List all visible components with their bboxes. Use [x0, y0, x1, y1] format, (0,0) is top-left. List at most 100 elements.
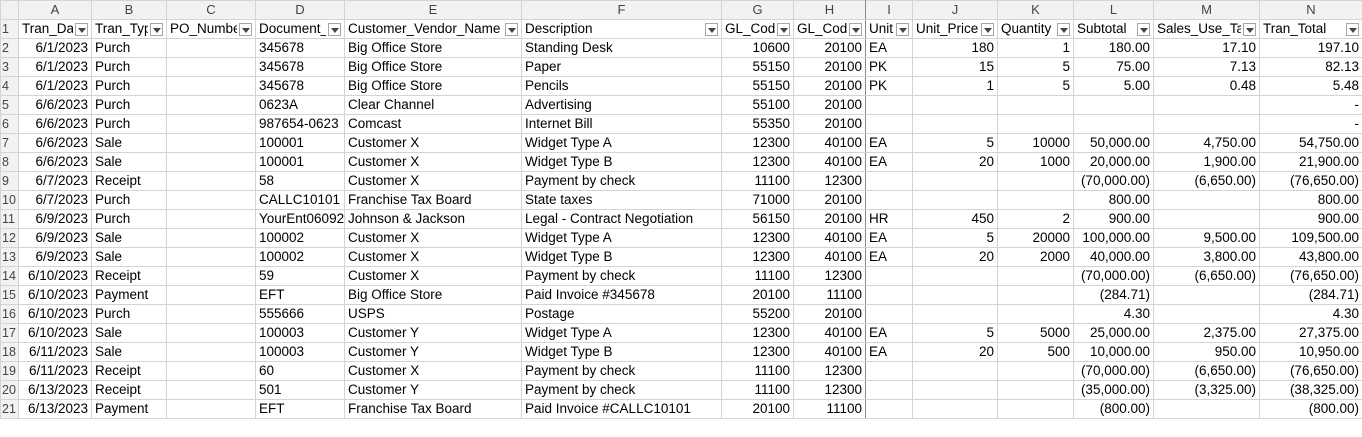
table-cell[interactable] — [865, 380, 913, 400]
table-cell[interactable]: 11100 — [721, 266, 794, 286]
table-cell[interactable]: 100003 — [255, 323, 345, 343]
table-cell[interactable] — [166, 190, 256, 210]
table-cell[interactable]: 75.00 — [1073, 57, 1154, 77]
table-cell[interactable] — [865, 361, 913, 381]
column-header-l[interactable]: L — [1073, 0, 1154, 20]
row-number[interactable]: 8 — [0, 152, 19, 172]
row-number[interactable]: 2 — [0, 38, 19, 58]
table-cell[interactable]: 58 — [255, 171, 345, 191]
table-cell[interactable]: Sale — [91, 152, 167, 172]
table-cell[interactable]: 71000 — [721, 190, 794, 210]
table-cell[interactable]: 6/10/2023 — [18, 304, 92, 324]
table-cell[interactable] — [166, 57, 256, 77]
table-cell[interactable]: 6/9/2023 — [18, 209, 92, 229]
table-cell[interactable]: Pencils — [521, 76, 722, 96]
row-number[interactable]: 9 — [0, 171, 19, 191]
table-cell[interactable]: 100,000.00 — [1073, 228, 1154, 248]
table-cell[interactable] — [865, 114, 913, 134]
filter-dropdown-icon[interactable] — [150, 22, 163, 36]
table-cell[interactable]: 500 — [997, 342, 1074, 362]
table-cell[interactable]: Sale — [91, 133, 167, 153]
table-cell[interactable] — [1073, 95, 1154, 115]
table-cell[interactable]: 55200 — [721, 304, 794, 324]
row-number[interactable]: 14 — [0, 266, 19, 286]
table-cell[interactable] — [1153, 95, 1260, 115]
row-number[interactable]: 1 — [0, 19, 19, 39]
filter-dropdown-icon[interactable] — [505, 22, 518, 36]
table-cell[interactable]: 950.00 — [1153, 342, 1260, 362]
filter-dropdown-icon[interactable] — [777, 22, 790, 36]
table-cell[interactable]: Johnson & Jackson — [344, 209, 522, 229]
table-cell[interactable] — [166, 228, 256, 248]
table-cell[interactable]: 11100 — [721, 380, 794, 400]
row-number[interactable]: 3 — [0, 57, 19, 77]
table-cell[interactable] — [865, 95, 913, 115]
table-cell[interactable]: 6/13/2023 — [18, 399, 92, 419]
table-cell[interactable]: 56150 — [721, 209, 794, 229]
filter-dropdown-icon[interactable] — [75, 22, 88, 36]
table-cell[interactable]: Payment — [91, 285, 167, 305]
table-cell[interactable]: 20,000.00 — [1073, 152, 1154, 172]
table-cell[interactable]: 10,950.00 — [1259, 342, 1362, 362]
table-cell[interactable]: Customer X — [344, 247, 522, 267]
table-cell[interactable] — [166, 361, 256, 381]
table-cell[interactable]: 5 — [912, 133, 998, 153]
table-cell[interactable]: - — [1259, 95, 1362, 115]
table-cell[interactable] — [166, 266, 256, 286]
table-cell[interactable]: 54,750.00 — [1259, 133, 1362, 153]
table-cell[interactable]: PK — [865, 76, 913, 96]
table-cell[interactable]: Widget Type A — [521, 323, 722, 343]
filter-dropdown-icon[interactable] — [1057, 22, 1070, 36]
table-cell[interactable]: 345678 — [255, 57, 345, 77]
table-cell[interactable]: 17.10 — [1153, 38, 1260, 58]
column-header-k[interactable]: K — [997, 0, 1074, 20]
table-cell[interactable]: (6,650.00) — [1153, 171, 1260, 191]
table-cell[interactable]: Sale — [91, 323, 167, 343]
table-cell[interactable]: Widget Type B — [521, 342, 722, 362]
table-cell[interactable]: 6/11/2023 — [18, 361, 92, 381]
table-cell[interactable]: Widget Type A — [521, 133, 722, 153]
table-cell[interactable]: Paid Invoice #CALLC10101 — [521, 399, 722, 419]
table-cell[interactable] — [166, 323, 256, 343]
table-cell[interactable]: Payment by check — [521, 171, 722, 191]
table-cell[interactable]: (6,650.00) — [1153, 266, 1260, 286]
table-cell[interactable] — [865, 190, 913, 210]
table-cell[interactable]: 12300 — [721, 323, 794, 343]
table-cell[interactable] — [1153, 399, 1260, 419]
table-cell[interactable]: 55150 — [721, 76, 794, 96]
table-cell[interactable]: Purch — [91, 95, 167, 115]
table-cell[interactable]: 6/9/2023 — [18, 247, 92, 267]
table-cell[interactable]: Receipt — [91, 266, 167, 286]
table-cell[interactable]: Payment by check — [521, 361, 722, 381]
table-cell[interactable]: 12300 — [793, 171, 866, 191]
table-cell[interactable]: 40100 — [793, 247, 866, 267]
table-cell[interactable] — [997, 399, 1074, 419]
table-cell[interactable]: 345678 — [255, 76, 345, 96]
table-cell[interactable]: 100002 — [255, 228, 345, 248]
table-cell[interactable]: Customer X — [344, 361, 522, 381]
table-cell[interactable]: EA — [865, 228, 913, 248]
table-cell[interactable]: 10000 — [997, 133, 1074, 153]
table-cell[interactable] — [865, 399, 913, 419]
table-cell[interactable]: (284.71) — [1073, 285, 1154, 305]
column-header-m[interactable]: M — [1153, 0, 1260, 20]
table-header-cell[interactable]: Quantity — [997, 19, 1074, 39]
table-cell[interactable] — [166, 76, 256, 96]
table-cell[interactable]: State taxes — [521, 190, 722, 210]
table-cell[interactable]: PK — [865, 57, 913, 77]
table-cell[interactable] — [997, 95, 1074, 115]
table-cell[interactable] — [997, 285, 1074, 305]
table-cell[interactable]: 25,000.00 — [1073, 323, 1154, 343]
column-header-c[interactable]: C — [166, 0, 256, 20]
table-cell[interactable]: 40100 — [793, 133, 866, 153]
table-cell[interactable]: (800.00) — [1073, 399, 1154, 419]
table-cell[interactable]: 0623A — [255, 95, 345, 115]
table-cell[interactable]: 20 — [912, 152, 998, 172]
table-cell[interactable]: Widget Type B — [521, 152, 722, 172]
table-cell[interactable] — [912, 380, 998, 400]
table-cell[interactable] — [166, 133, 256, 153]
table-cell[interactable] — [997, 114, 1074, 134]
table-cell[interactable] — [865, 171, 913, 191]
table-cell[interactable]: Sale — [91, 247, 167, 267]
table-cell[interactable]: 2,375.00 — [1153, 323, 1260, 343]
